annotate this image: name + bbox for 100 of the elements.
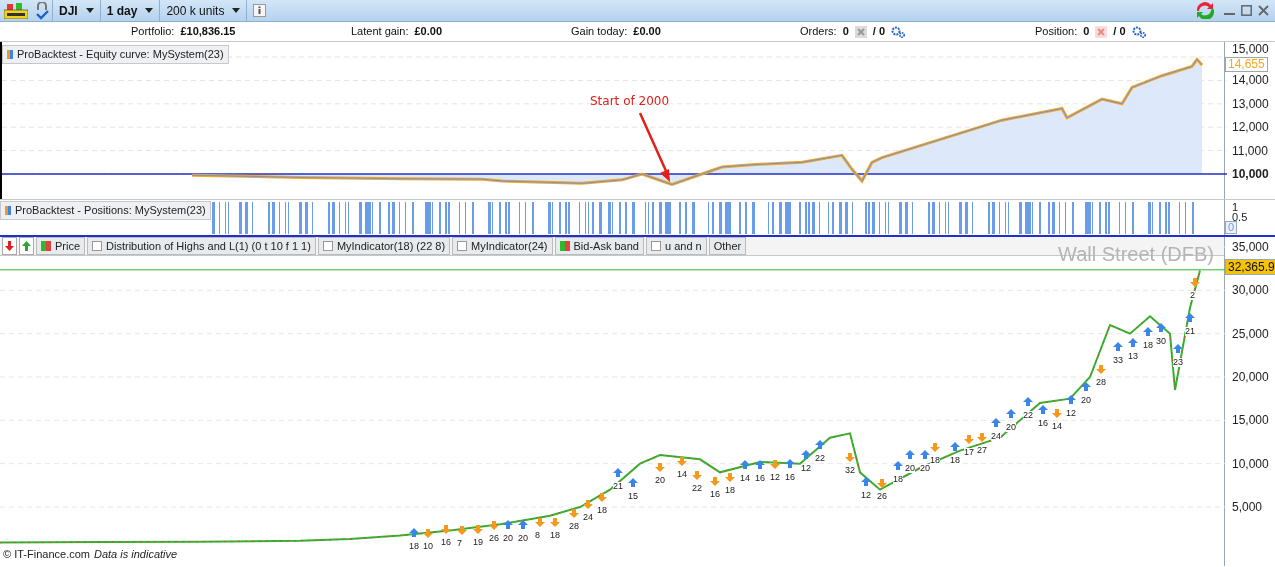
trade-label: 14 xyxy=(740,474,750,483)
trade-label: 20 xyxy=(655,476,665,485)
orders-total: / 0 xyxy=(872,24,886,40)
trade-label: 20 xyxy=(1081,396,1091,405)
down-arrow-icon xyxy=(1052,409,1062,418)
current-value-label: 32,365.9 xyxy=(1225,259,1275,275)
orders-count: 0 xyxy=(842,24,849,40)
maximize-icon[interactable] xyxy=(1241,5,1252,16)
axis-label: 12,000 xyxy=(1232,121,1269,134)
gears-icon[interactable] xyxy=(891,25,906,38)
expand-button[interactable] xyxy=(19,237,34,255)
trade-label: 16 xyxy=(441,537,451,547)
trade-label: 24 xyxy=(583,513,593,522)
up-arrow-icon xyxy=(1173,343,1183,353)
position-label: Position: xyxy=(1035,24,1078,40)
up-arrow-icon xyxy=(1185,313,1195,323)
trade-label: 20 xyxy=(920,463,930,473)
orders-label: Orders: xyxy=(800,24,837,40)
account-value: £0.00 xyxy=(633,24,661,40)
gears-icon[interactable] xyxy=(1131,25,1146,38)
trade-label: 14 xyxy=(677,470,687,480)
trade-label: 18 xyxy=(1143,340,1153,350)
legend-item[interactable]: Distribution of Highs and L(1) (0 t 10 f 1 1) xyxy=(87,237,316,255)
axis-label: 10,000 xyxy=(1232,457,1269,470)
axis-label: 25,000 xyxy=(1232,327,1269,340)
current-value-label: 14,655 xyxy=(1225,57,1268,72)
down-arrow-icon xyxy=(930,443,940,452)
axis-label: 14,000 xyxy=(1232,74,1269,87)
close-icon[interactable] xyxy=(1258,5,1269,16)
up-arrow-icon xyxy=(22,241,31,251)
axis-label: 5,000 xyxy=(1232,501,1263,513)
up-arrow-icon xyxy=(950,442,960,451)
caret-icon xyxy=(85,8,94,13)
legend-item[interactable]: Other xyxy=(708,237,747,255)
down-arrow-icon xyxy=(5,241,14,251)
current-value-label: 0 xyxy=(1225,221,1238,234)
trade-label: 18 xyxy=(550,531,560,541)
axis-label: 20,000 xyxy=(1232,371,1269,383)
trade-label: 22 xyxy=(815,454,825,463)
trade-label: 13 xyxy=(1128,352,1138,361)
trade-label: 16 xyxy=(755,474,765,483)
cancel-icon[interactable] xyxy=(854,25,867,38)
trade-label: 12 xyxy=(801,463,811,473)
axis-label: 35,000 xyxy=(1232,241,1269,253)
trade-label: 10 xyxy=(423,541,433,551)
account-value: £0.00 xyxy=(414,24,443,40)
trade-label: 16 xyxy=(785,472,795,482)
trade-label: 30 xyxy=(1156,337,1166,346)
legend-item[interactable]: Price xyxy=(36,237,86,255)
down-arrow-icon xyxy=(845,452,855,462)
trade-label: 33 xyxy=(1113,355,1123,365)
axis-label: 15,000 xyxy=(1232,414,1269,427)
legend-item[interactable]: Bid-Ask band xyxy=(554,237,644,255)
disclaimer-text: Data is indicative xyxy=(93,546,178,562)
account-label: Gain today: xyxy=(571,24,628,40)
trade-label: 22 xyxy=(1023,411,1033,420)
axis-label: 10,000 xyxy=(1232,168,1269,180)
trade-label: 23 xyxy=(1173,357,1183,367)
period-dropdown[interactable]: 1 day xyxy=(99,0,160,21)
account-label: Portfolio: xyxy=(131,24,175,40)
units-dropdown[interactable]: 200 k units xyxy=(159,0,248,21)
trade-label: 12 xyxy=(1066,409,1076,418)
trade-label: 17 xyxy=(964,448,974,457)
caret-icon xyxy=(145,8,154,13)
caret-icon xyxy=(232,8,241,13)
info-icon[interactable] xyxy=(253,4,267,17)
cancel-icon[interactable] xyxy=(1095,25,1108,38)
instrument-dropdown[interactable]: DJI xyxy=(52,0,100,21)
account-value: £10,836.15 xyxy=(180,24,236,40)
axis-label: 11,000 xyxy=(1232,144,1268,157)
trade-label: 21 xyxy=(613,482,623,491)
refresh-icon[interactable] xyxy=(1196,2,1214,19)
equity-title: ProBacktest - Equity curve: MySystem(23) xyxy=(2,45,229,64)
trade-label: 26 xyxy=(489,534,499,543)
trade-label: 28 xyxy=(569,522,579,532)
trade-label: 20 xyxy=(518,534,528,543)
legend-item[interactable]: MyIndicator(24) xyxy=(452,237,553,255)
down-arrow-icon xyxy=(1190,278,1200,288)
positions-title: ProBacktest - Positions: MySystem(23) xyxy=(0,201,211,220)
trade-label: 12 xyxy=(861,491,871,500)
link-check-icon[interactable] xyxy=(35,2,49,20)
down-arrow-icon xyxy=(770,460,780,469)
axis-label: 0.5 xyxy=(1232,212,1248,223)
trade-label: 19 xyxy=(473,537,483,547)
trade-label: 20 xyxy=(503,534,513,543)
trade-label: 26 xyxy=(877,491,887,501)
trade-label: 16 xyxy=(710,489,720,499)
axis-label: 1 xyxy=(1232,202,1239,213)
legend-item[interactable]: MyIndicator(18) (22 8) xyxy=(317,237,451,255)
demo-icon[interactable] xyxy=(4,3,28,19)
up-arrow-icon xyxy=(409,527,419,537)
account-label: Latent gain: xyxy=(351,24,409,40)
trade-label: 28 xyxy=(1096,378,1106,387)
annotation-text: Start of 2000 xyxy=(590,93,670,110)
trade-label: 22 xyxy=(692,484,702,493)
trade-label: 12 xyxy=(770,472,780,482)
collapse-button[interactable] xyxy=(2,237,17,255)
trade-label: 18 xyxy=(950,456,960,465)
legend-item[interactable]: u and n xyxy=(645,237,707,255)
position-count: 0 xyxy=(1083,24,1090,40)
